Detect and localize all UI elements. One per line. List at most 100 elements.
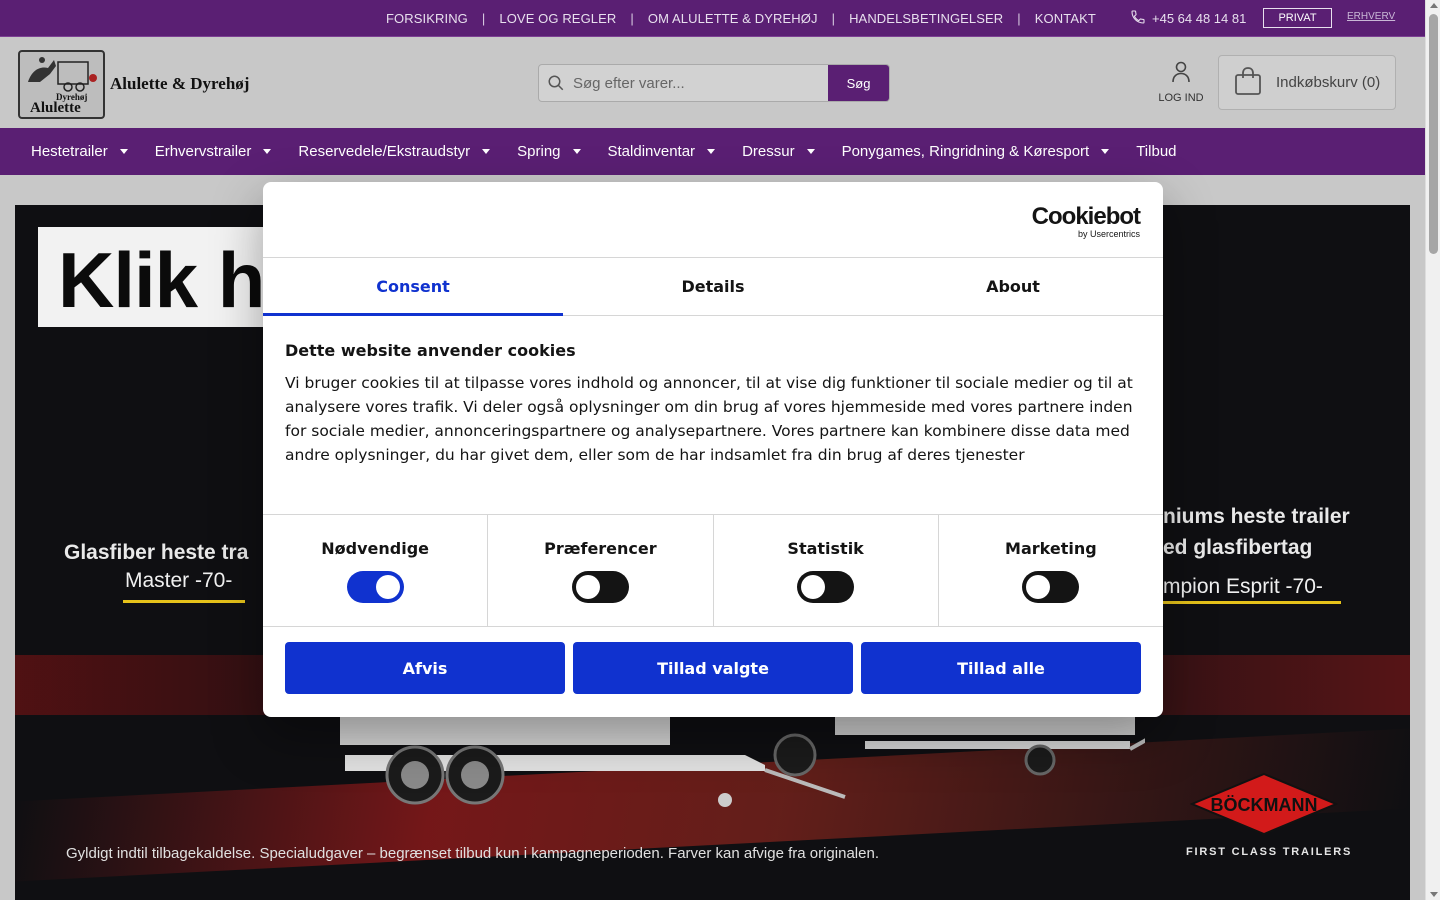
nav-item-staldinventar[interactable]: Staldinventar bbox=[608, 143, 716, 160]
dialog-heading: Dette website anvender cookies bbox=[285, 341, 576, 360]
top-links: FORSIKRING | LOVE OG REGLER | OM ALULETT… bbox=[386, 0, 1096, 37]
scrollbar-thumb[interactable] bbox=[1429, 14, 1438, 254]
brand-tagline: FIRST CLASS TRAILERS bbox=[1186, 846, 1353, 858]
consent-categories: Nødvendige Præferencer Statistik Marketi… bbox=[263, 514, 1163, 627]
nav-item-reservedele[interactable]: Reservedele/Ekstraudstyr bbox=[298, 143, 491, 160]
nav-item-erhvervstrailer[interactable]: Erhvervstrailer bbox=[155, 143, 272, 160]
dialog-tabs: Consent Details About bbox=[263, 258, 1163, 316]
logo-illustration bbox=[28, 57, 97, 92]
caret-down-icon bbox=[806, 149, 815, 154]
brand-logo-text: BÖCKMANN bbox=[1211, 795, 1318, 815]
main-nav: Hestetrailer Erhvervstrailer Reservedele… bbox=[0, 128, 1425, 175]
brand-name[interactable]: Alulette & Dyrehøj bbox=[110, 74, 249, 94]
allow-all-button[interactable]: Tillad alle bbox=[861, 642, 1141, 694]
toggle-knob bbox=[375, 575, 400, 599]
caret-down-icon bbox=[707, 149, 716, 154]
scroll-down-arrow-icon[interactable] bbox=[1430, 892, 1438, 897]
toggle-necessary[interactable] bbox=[346, 571, 404, 603]
category-necessary: Nødvendige bbox=[263, 515, 489, 626]
cart-button[interactable]: Indkøbskurv (0) bbox=[1218, 55, 1396, 110]
underline-accent bbox=[1163, 601, 1341, 604]
dialog-brandbar: Cookiebot by Usercentrics bbox=[263, 182, 1163, 258]
category-label: Præferencer bbox=[544, 539, 657, 558]
top-link-handelsbetingelser[interactable]: HANDELSBETINGELSER bbox=[849, 11, 1003, 26]
caret-down-icon bbox=[263, 149, 272, 154]
nav-item-hestetrailer[interactable]: Hestetrailer bbox=[31, 143, 128, 160]
klik-her-badge[interactable]: Klik h bbox=[38, 227, 283, 327]
toggle-knob bbox=[1026, 575, 1051, 599]
site-header: Dyrehøj Alulette Alulette & Dyrehøj Søg … bbox=[0, 37, 1425, 128]
caret-down-icon bbox=[119, 149, 128, 154]
cart-label: Indkøbskurv (0) bbox=[1276, 74, 1381, 91]
category-statistics: Statistik bbox=[714, 515, 939, 626]
shopping-bag-icon bbox=[1234, 66, 1276, 100]
allow-selected-button[interactable]: Tillad valgte bbox=[573, 642, 853, 694]
login-label: LOG IND bbox=[1158, 92, 1204, 104]
phone-link[interactable]: +45 64 48 14 81 bbox=[1130, 0, 1246, 37]
category-preferences: Præferencer bbox=[488, 515, 714, 626]
dialog-buttons: Afvis Tillad valgte Tillad alle bbox=[263, 627, 1163, 694]
nav-item-tilbud[interactable]: Tilbud bbox=[1136, 143, 1176, 160]
separator: | bbox=[481, 11, 486, 26]
cookie-consent-dialog: Cookiebot by Usercentrics Consent Detail… bbox=[263, 182, 1163, 717]
phone-icon bbox=[1130, 9, 1152, 28]
separator: | bbox=[1017, 11, 1021, 26]
cookiebot-logo-sub: by Usercentrics bbox=[1077, 229, 1140, 239]
logo-text-large: Alulette bbox=[30, 100, 81, 116]
category-label: Nødvendige bbox=[321, 539, 429, 558]
left-trailer-title: Glasfiber heste tra bbox=[64, 541, 249, 564]
category-label: Statistik bbox=[787, 539, 864, 558]
category-marketing: Marketing bbox=[939, 515, 1163, 626]
user-icon bbox=[1171, 61, 1191, 92]
toggle-knob bbox=[575, 575, 600, 599]
separator: | bbox=[831, 11, 836, 26]
search-input[interactable] bbox=[573, 65, 828, 101]
top-link-forsikring[interactable]: FORSIKRING bbox=[386, 11, 468, 26]
nav-item-label: Staldinventar bbox=[607, 143, 696, 160]
separator: | bbox=[630, 11, 634, 26]
right-trailer-subtitle: ed glasfibertag bbox=[1163, 536, 1313, 559]
nav-item-label: Spring bbox=[517, 143, 561, 160]
toggle-marketing[interactable] bbox=[1022, 571, 1080, 603]
dialog-body: Dette website anvender cookies Vi bruger… bbox=[263, 316, 1163, 514]
toggle-statistics[interactable] bbox=[797, 571, 855, 603]
top-utility-bar: FORSIKRING | LOVE OG REGLER | OM ALULETT… bbox=[0, 0, 1425, 37]
nav-item-dressur[interactable]: Dressur bbox=[742, 143, 815, 160]
nav-item-ponygames[interactable]: Ponygames, Ringridning & Køresport bbox=[842, 143, 1110, 160]
nav-item-label: Ponygames, Ringridning & Køresport bbox=[841, 143, 1090, 160]
cookiebot-logo-name: Cookiebot bbox=[1031, 203, 1141, 230]
nav-item-label: Dressur bbox=[742, 143, 795, 160]
nav-item-label: Reservedele/Ekstraudstyr bbox=[298, 143, 471, 160]
phone-number: +45 64 48 14 81 bbox=[1152, 11, 1247, 26]
category-label: Marketing bbox=[1005, 539, 1097, 558]
nav-item-spring[interactable]: Spring bbox=[517, 143, 581, 160]
deny-button[interactable]: Afvis bbox=[285, 642, 565, 694]
top-link-love-og-regler[interactable]: LOVE OG REGLER bbox=[499, 11, 616, 26]
boeckmann-logo: BÖCKMANN bbox=[1190, 772, 1338, 836]
top-link-om[interactable]: OM ALULETTE & DYREHØJ bbox=[648, 11, 818, 26]
scroll-up-arrow-icon[interactable] bbox=[1430, 3, 1438, 8]
caret-down-icon bbox=[572, 149, 581, 154]
search-icon bbox=[539, 65, 573, 101]
hero-disclaimer: Gyldigt indtil tilbagekaldelse. Specialu… bbox=[66, 845, 879, 862]
cookiebot-logo[interactable]: Cookiebot by Usercentrics bbox=[1031, 203, 1141, 240]
page-scrollbar[interactable] bbox=[1425, 0, 1440, 900]
search-button[interactable]: Søg bbox=[828, 65, 889, 101]
left-trailer-model: Master -70- bbox=[125, 569, 233, 592]
caret-down-icon bbox=[1101, 149, 1110, 154]
klik-text: Klik h bbox=[58, 236, 265, 324]
tab-details[interactable]: Details bbox=[563, 258, 863, 315]
toggle-knob bbox=[801, 575, 826, 599]
nav-item-label: Erhvervstrailer bbox=[154, 143, 252, 160]
privat-button[interactable]: PRIVAT bbox=[1263, 8, 1332, 28]
erhverv-link[interactable]: ERHVERV bbox=[1347, 11, 1395, 22]
trailer-illustration bbox=[340, 715, 1145, 807]
tab-about[interactable]: About bbox=[863, 258, 1163, 315]
toggle-preferences[interactable] bbox=[571, 571, 629, 603]
site-logo[interactable]: Dyrehøj Alulette bbox=[18, 50, 105, 119]
tab-consent[interactable]: Consent bbox=[263, 258, 563, 316]
right-trailer-model: mpion Esprit -70- bbox=[1163, 575, 1323, 598]
nav-item-label: Hestetrailer bbox=[31, 143, 108, 160]
top-link-kontakt[interactable]: KONTAKT bbox=[1035, 11, 1096, 26]
login-button[interactable]: LOG IND bbox=[1155, 61, 1207, 104]
